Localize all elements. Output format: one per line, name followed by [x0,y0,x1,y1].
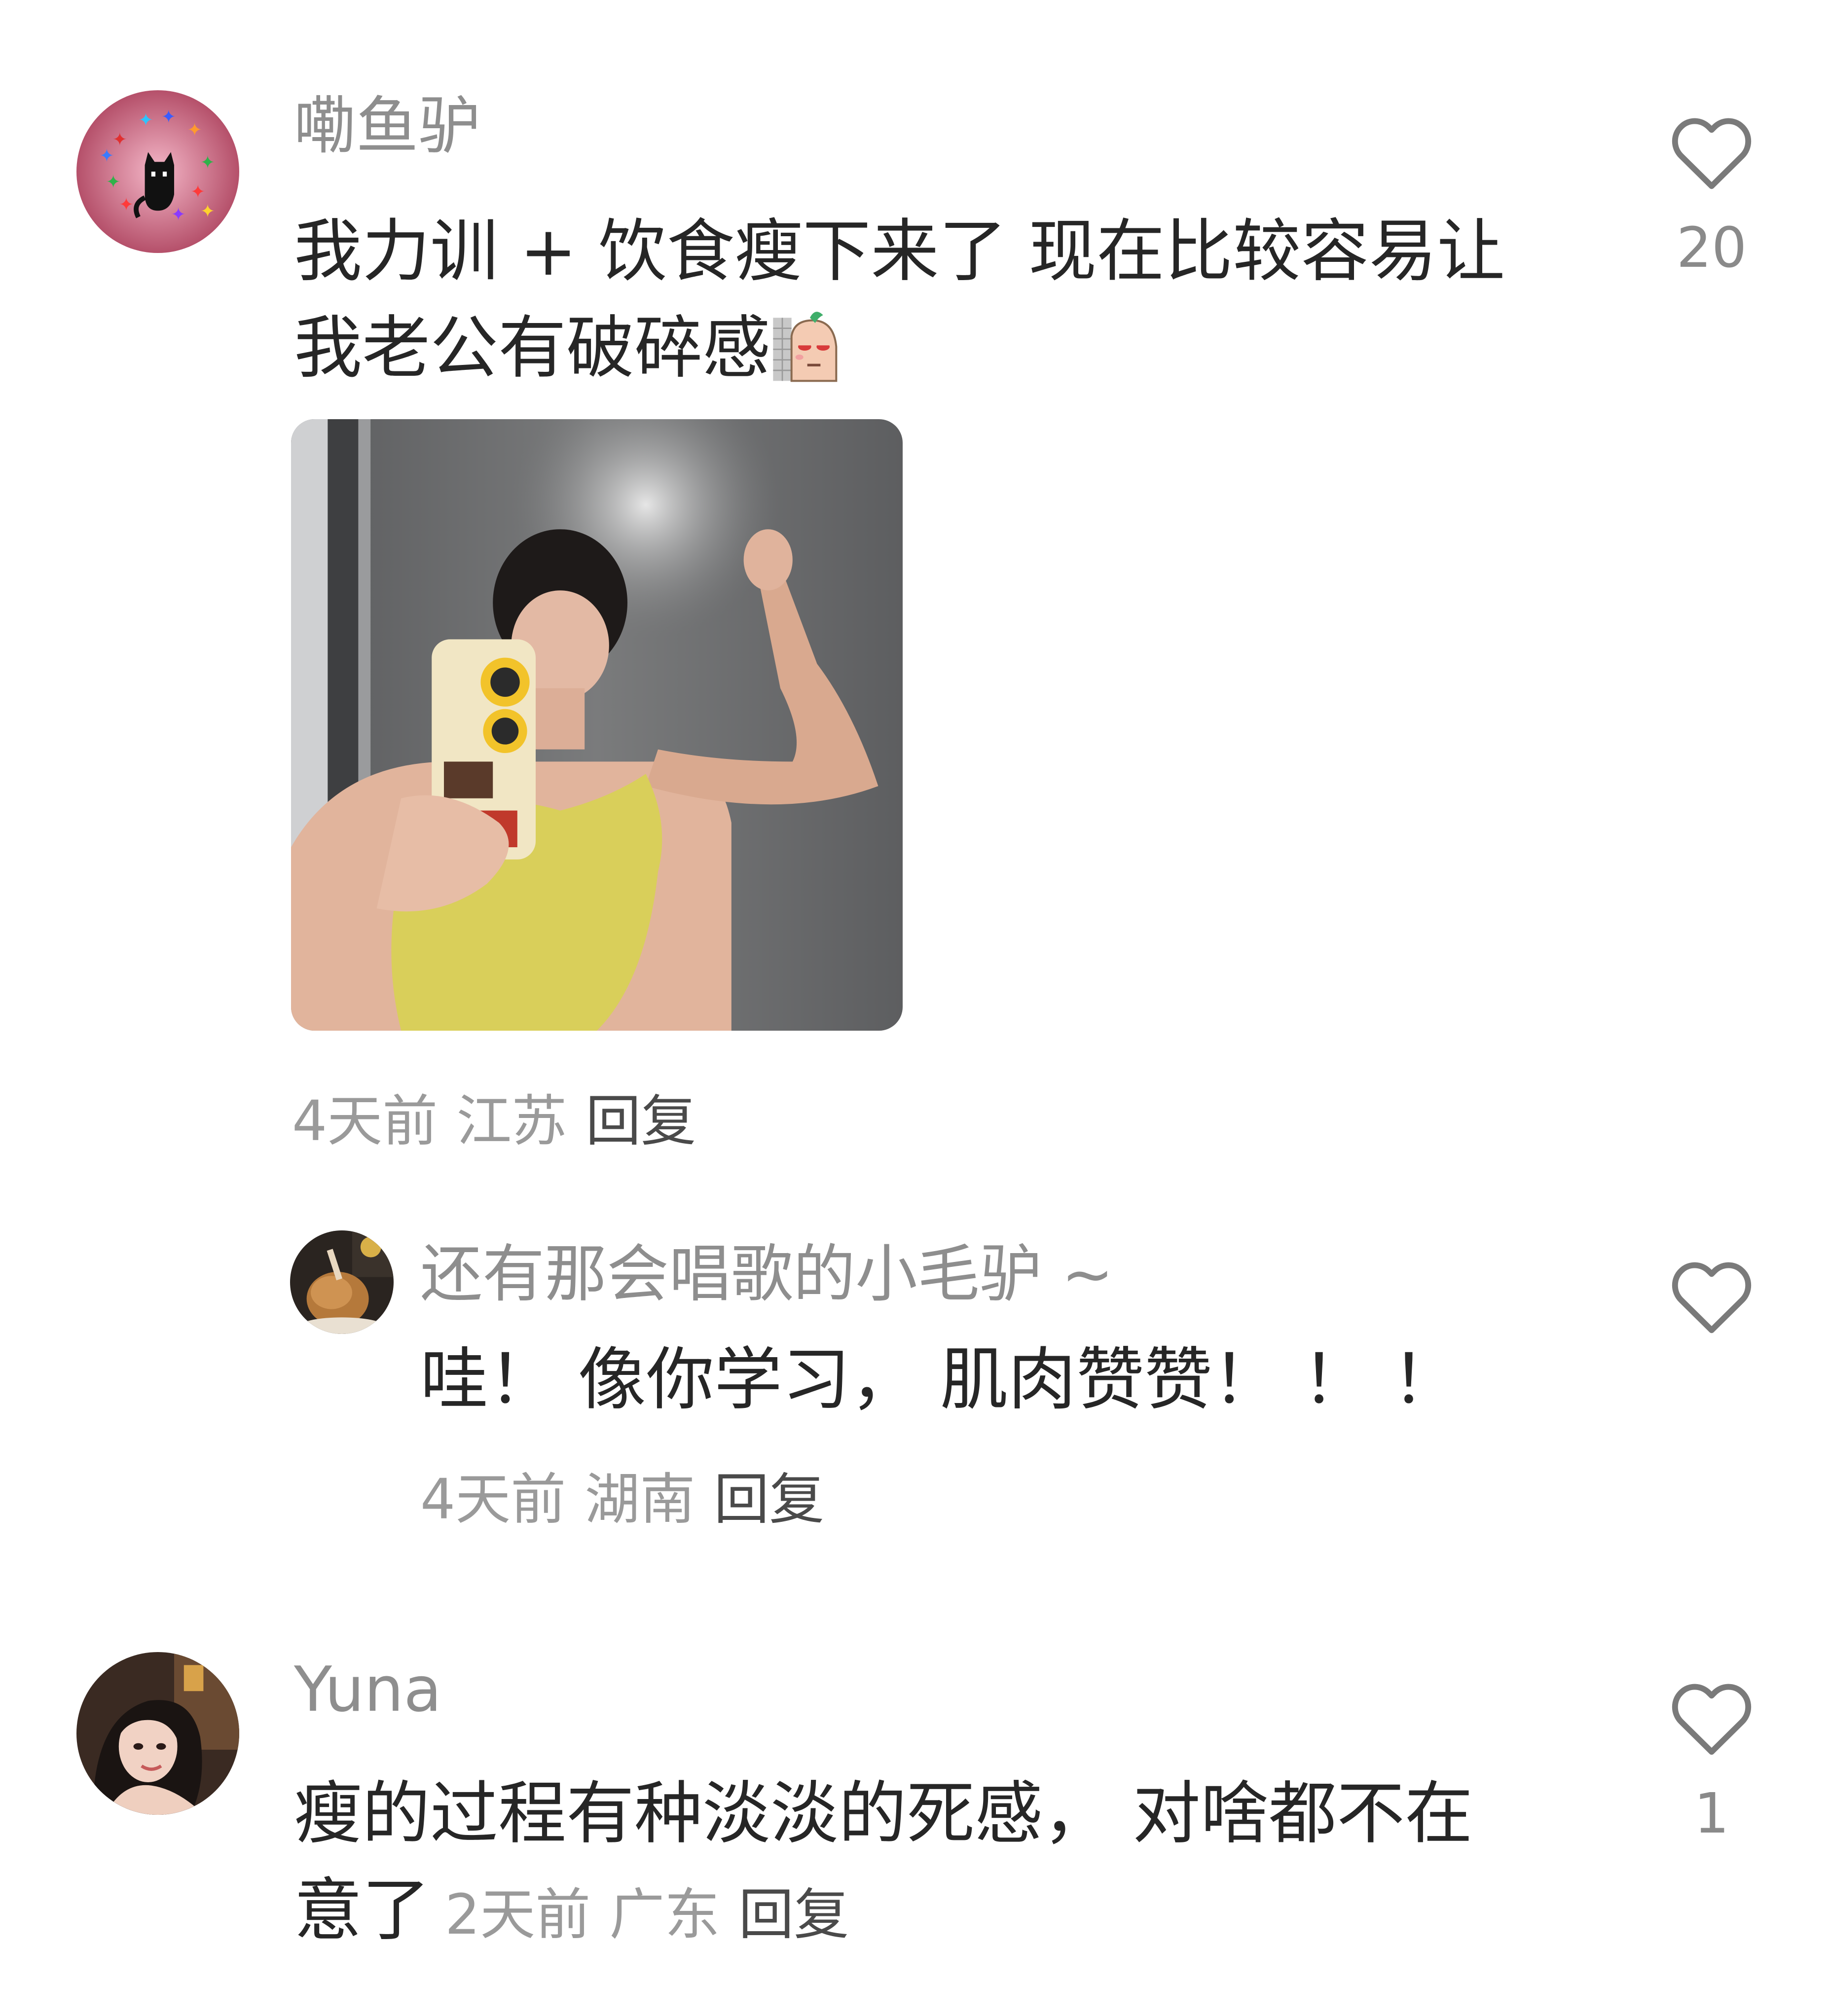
reply-button[interactable]: 回复 [714,1468,824,1532]
svg-text:✦: ✦ [171,204,185,225]
svg-text:✦: ✦ [161,106,176,127]
comment-text-line: 瘦的过程有种淡淡的死感， 对啥都不在 [294,1774,1473,1853]
reply-button[interactable]: 回复 [586,1089,696,1153]
comment-meta: 4天前 江苏 回复 [292,1077,696,1156]
comment-location: 湖南 [585,1468,695,1532]
comment-text: 瘦的过程有种淡淡的死感， 对啥都不在 意了 2天前 广东 回复 [294,1765,1576,1963]
username[interactable]: 嘞鱼驴 [294,89,480,163]
sticker-emoji-icon [770,307,849,386]
svg-text:✦: ✦ [187,119,202,140]
comment-time: 4天前 [420,1468,566,1532]
like-button[interactable] [1662,1250,1761,1344]
svg-text:✦: ✦ [200,200,215,221]
svg-text:✦: ✦ [112,129,127,150]
heart-outline-icon [1672,1684,1752,1755]
like-count: 1 [1694,1782,1729,1846]
comment-location: 江苏 [456,1089,567,1153]
comment-text-line2: 我老公有破碎感 [294,308,771,388]
svg-text:✦: ✦ [119,194,134,215]
avatar[interactable] [290,1230,394,1334]
username[interactable]: 还有那会唱歌的小毛驴 ~ [420,1237,1114,1311]
like-count: 20 [1676,216,1747,280]
comment-text-line: 意了 2天前 广东 回复 [294,1862,1576,1963]
heart-outline-icon [1672,118,1752,189]
comment-text-line2: 意了 [294,1871,431,1950]
like-button[interactable]: 20 [1662,106,1761,276]
svg-text:✦: ✦ [190,181,205,202]
avatar[interactable] [76,1652,239,1815]
avatar[interactable]: ✦ ✦ ✦ ✦ ✦ ✦ ✦ ✦ ✦ ✦ ✦ [76,90,239,253]
comment-meta: 4天前 湖南 回复 [420,1455,824,1535]
svg-text:✦: ✦ [106,171,120,192]
comment-time: 4天前 [292,1089,438,1153]
svg-text:✦: ✦ [138,109,153,131]
svg-text:✦: ✦ [200,151,215,173]
comment-image[interactable] [291,419,903,1031]
comment-location: 广东 [609,1883,720,1947]
comment-text: 我力训 + 饮食瘦下来了 现在比较容易让 我老公有破碎感 [294,203,1557,396]
username[interactable]: Yuna [294,1652,441,1727]
like-button[interactable]: 1 [1662,1672,1761,1841]
comment-text-line: 我老公有破碎感 [294,300,1557,396]
heart-outline-icon [1672,1262,1752,1333]
reply-button[interactable]: 回复 [738,1883,849,1947]
comment-meta: 2天前 广东 回复 [445,1883,849,1947]
comment-time: 2天前 [445,1883,591,1947]
comment-text-line: 我力训 + 饮食瘦下来了 现在比较容易让 [294,212,1505,291]
comment-text: 哇！ 像你学习， 肌肉赞赞！ ！ ！ [420,1340,1460,1419]
